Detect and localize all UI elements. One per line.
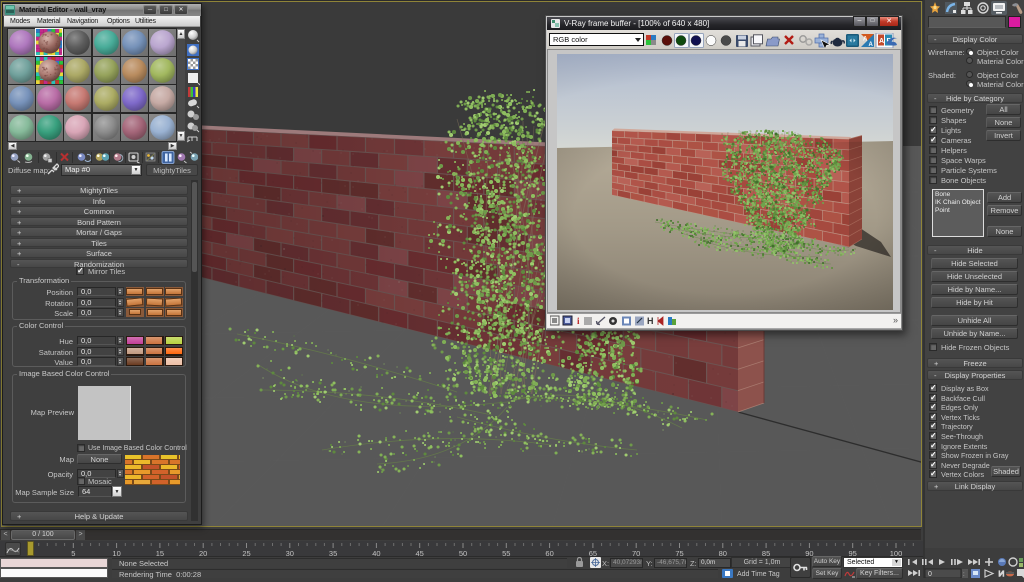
svg-text:70: 70 xyxy=(632,549,640,557)
svg-text:i: i xyxy=(577,316,580,326)
svg-text:0: 0 xyxy=(928,571,932,578)
svg-text:80: 80 xyxy=(719,549,727,557)
svg-text:5: 5 xyxy=(71,549,75,557)
svg-text:50: 50 xyxy=(459,549,467,557)
svg-text:55: 55 xyxy=(502,549,510,557)
svg-text:A: A xyxy=(863,37,868,43)
svg-text:75: 75 xyxy=(675,549,683,557)
svg-text:35: 35 xyxy=(329,549,337,557)
svg-text:30: 30 xyxy=(286,549,294,557)
svg-text:20: 20 xyxy=(199,549,207,557)
svg-text:95: 95 xyxy=(849,549,857,557)
svg-text:10: 10 xyxy=(112,549,120,557)
svg-text:45: 45 xyxy=(416,549,424,557)
svg-text:H: H xyxy=(647,316,654,326)
svg-text:100: 100 xyxy=(890,549,903,557)
svg-text:25: 25 xyxy=(242,549,250,557)
svg-text:15: 15 xyxy=(156,549,164,557)
svg-text:40: 40 xyxy=(372,549,380,557)
svg-text:65: 65 xyxy=(589,549,597,557)
svg-text:85: 85 xyxy=(762,549,770,557)
svg-text:60: 60 xyxy=(545,549,553,557)
svg-text:A: A xyxy=(869,42,874,48)
